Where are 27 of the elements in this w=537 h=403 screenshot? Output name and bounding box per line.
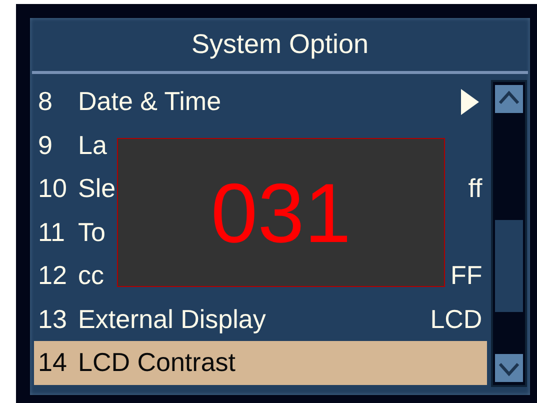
item-number: 12	[38, 260, 68, 292]
scroll-up-icon[interactable]	[495, 85, 524, 113]
menu-item[interactable]: 13 External Display LCD	[34, 298, 488, 341]
scroll-down-icon[interactable]	[495, 354, 524, 382]
item-label: To	[78, 216, 106, 248]
scroll-thumb[interactable]	[495, 220, 524, 312]
item-number: 10	[38, 173, 68, 204]
item-value: LCD	[430, 304, 482, 335]
triangle-right-icon	[460, 88, 480, 116]
item-label: LCD Contrast	[78, 347, 236, 378]
item-label: La	[78, 130, 108, 161]
item-label: External Display	[78, 304, 267, 335]
item-number: 11	[38, 216, 66, 248]
item-value: ff	[468, 173, 482, 204]
item-number: 8	[38, 86, 54, 118]
item-number: 14	[38, 347, 68, 378]
item-label: Sle	[78, 173, 117, 204]
item-number: 13	[38, 304, 68, 335]
menu-title: System Option	[32, 18, 528, 74]
scrollbar[interactable]	[491, 80, 527, 387]
menu-item[interactable]: 14 LCD Contrast	[34, 341, 488, 384]
item-number: 9	[38, 130, 54, 161]
menu-item[interactable]: 8 Date & Time	[34, 80, 488, 124]
popup-value: 031	[210, 170, 352, 254]
item-label: cc	[78, 260, 105, 292]
item-value: FF	[450, 260, 482, 292]
item-label: Date & Time	[78, 86, 222, 118]
